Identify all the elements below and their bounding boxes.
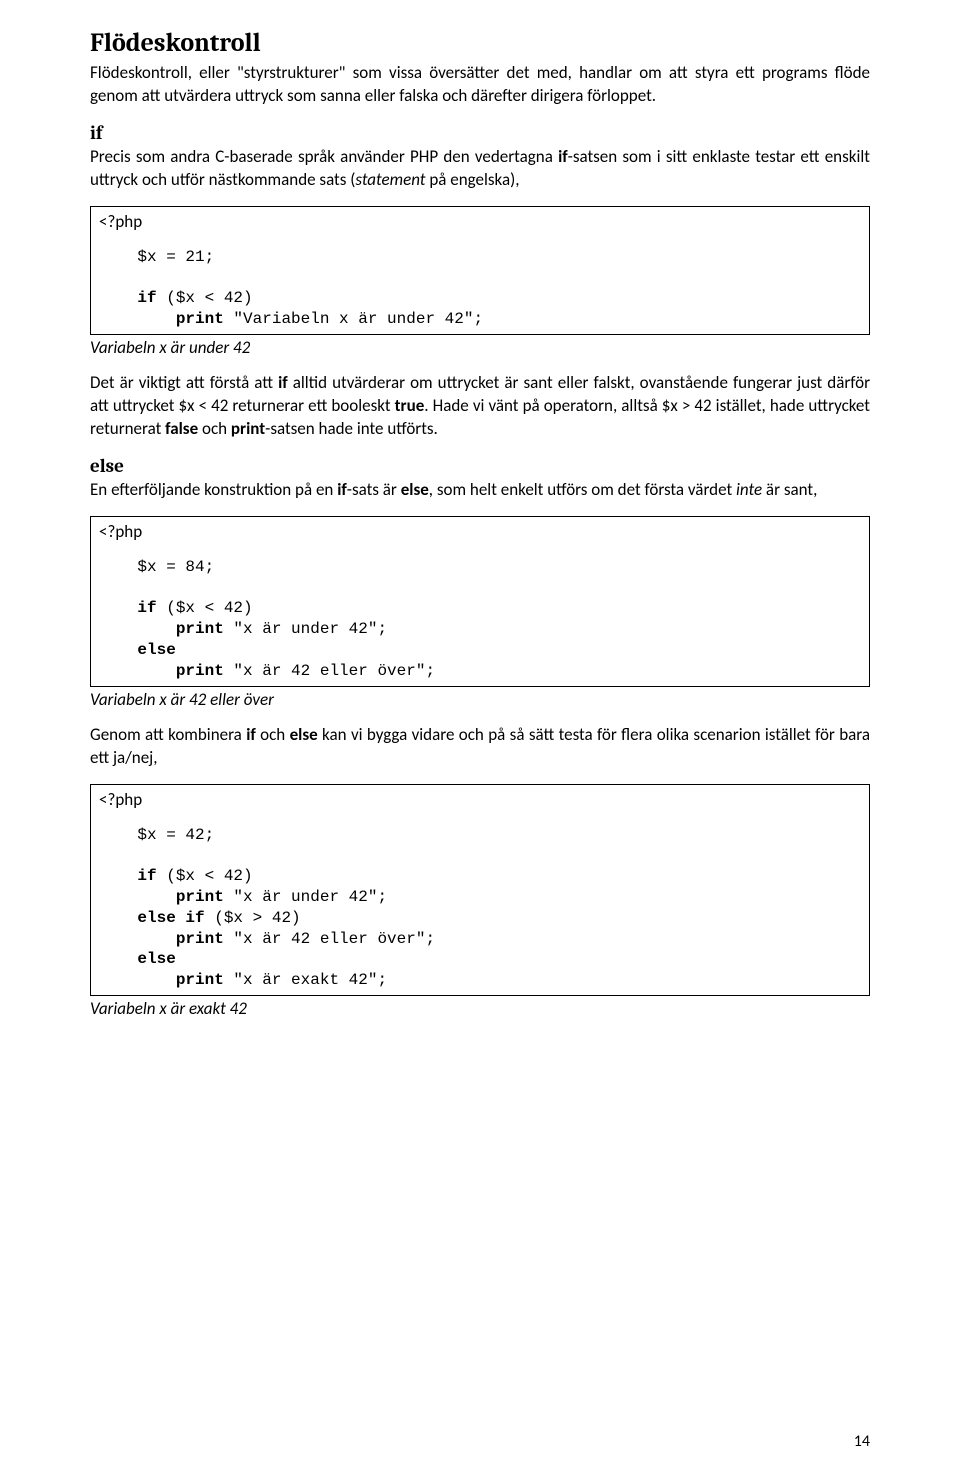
text: -sats är: [347, 479, 401, 500]
text: Precis som andra C-baserade språk använd…: [90, 146, 558, 167]
text: En efterföljande konstruktion på en: [90, 479, 337, 500]
page-container: Flödeskontroll Flödeskontroll, eller "st…: [0, 0, 960, 1471]
if-paragraph: Precis som andra C-baserade språk använd…: [90, 146, 870, 192]
result-2: Variabeln x är 42 eller över: [90, 689, 870, 710]
text: -satsen hade inte utförts.: [265, 418, 438, 439]
else-bold: else: [290, 724, 318, 745]
intro-paragraph: Flödeskontroll, eller "styrstrukturer" s…: [90, 62, 870, 108]
else-bold: else: [401, 479, 429, 500]
code-block-2: <?php $x = 84; if ($x < 42) print "x är …: [90, 516, 870, 687]
text: på engelska),: [426, 169, 520, 190]
php-open-tag: <?php: [99, 211, 142, 232]
result-3: Variabeln x är exakt 42: [90, 998, 870, 1019]
code-content: $x = 42; if ($x < 42) print "x är under …: [99, 825, 861, 991]
text: Det är viktigt att förstå att: [90, 372, 278, 393]
if-bold: if: [278, 372, 288, 393]
false-bold: false: [165, 418, 198, 439]
inte-italic: inte: [736, 479, 762, 500]
if-heading: if: [90, 122, 870, 144]
php-open-tag: <?php: [99, 789, 142, 810]
page-title: Flödeskontroll: [90, 28, 870, 58]
else-heading: else: [90, 455, 870, 477]
text: är sant,: [762, 479, 817, 500]
print-bold: print: [231, 418, 265, 439]
if-bold: if: [558, 146, 568, 167]
code-content: $x = 21; if ($x < 42) print "Variabeln x…: [99, 247, 861, 330]
true-bold: true: [395, 395, 425, 416]
paragraph-2: Det är viktigt att förstå att if alltid …: [90, 372, 870, 441]
code-content: $x = 84; if ($x < 42) print "x är under …: [99, 557, 861, 682]
text: Genom att kombinera: [90, 724, 246, 745]
page-number: 14: [854, 1432, 870, 1451]
text: och: [256, 724, 290, 745]
statement-italic: statement: [355, 169, 425, 190]
else-paragraph: En efterföljande konstruktion på en if-s…: [90, 479, 870, 502]
php-open-tag: <?php: [99, 521, 142, 542]
text: och: [198, 418, 231, 439]
if-bold: if: [246, 724, 256, 745]
if-bold: if: [337, 479, 347, 500]
paragraph-3: Genom att kombinera if och else kan vi b…: [90, 724, 870, 770]
code-block-1: <?php $x = 21; if ($x < 42) print "Varia…: [90, 206, 870, 335]
result-1: Variabeln x är under 42: [90, 337, 870, 358]
text: , som helt enkelt utförs om det första v…: [429, 479, 736, 500]
code-block-3: <?php $x = 42; if ($x < 42) print "x är …: [90, 784, 870, 996]
